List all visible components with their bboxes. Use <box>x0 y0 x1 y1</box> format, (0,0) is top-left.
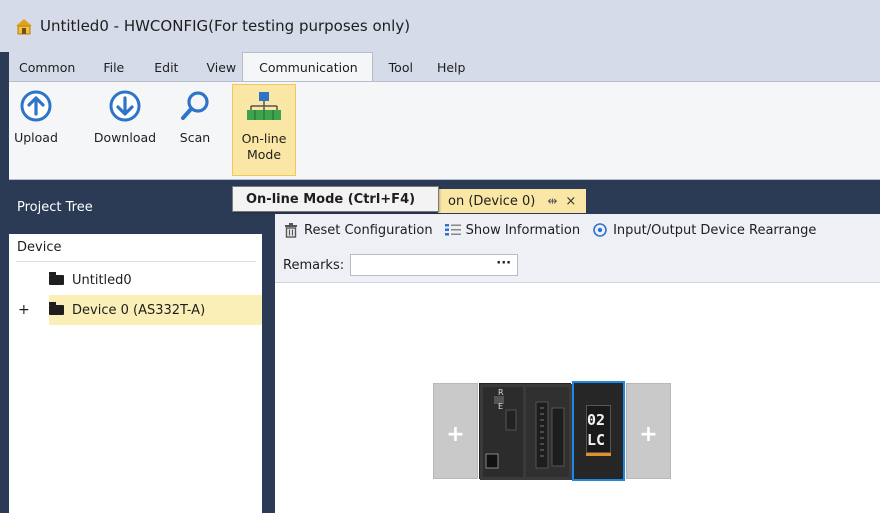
scan-button[interactable]: Scan <box>175 84 215 176</box>
document-area: on (Device 0) ⇹ × Reset Configuration Sh… <box>275 180 880 513</box>
io-module-stripe <box>586 453 611 456</box>
io-device-rearrange-button[interactable]: Input/Output Device Rearrange <box>592 222 816 238</box>
reset-configuration-label: Reset Configuration <box>304 222 433 238</box>
project-tree-panel: Project Tree Device Untitled0 + Device 0… <box>9 180 262 513</box>
app-icon <box>16 19 32 35</box>
device-section-label: Device <box>16 234 256 262</box>
document-tab-label: on (Device 0) <box>448 193 536 209</box>
download-icon <box>107 88 143 124</box>
tab-help[interactable]: Help <box>425 52 478 82</box>
window-title: Untitled0 - HWCONFIG(For testing purpose… <box>40 17 411 35</box>
cpu-label-e: E <box>498 402 504 411</box>
online-mode-label-line1: On-line <box>241 131 287 146</box>
ribbon-body: Upload Download Scan On-line Mode <box>9 81 880 180</box>
hardware-canvas[interactable]: + R E 02 LC + <box>275 282 880 513</box>
io-module-label-lc: LC <box>587 431 606 449</box>
pin-icon[interactable]: ⇹ <box>547 194 557 208</box>
list-icon <box>444 222 461 238</box>
online-mode-label-line2: Mode <box>246 147 282 162</box>
add-slot-icon: + <box>446 422 465 447</box>
cpu-module[interactable]: R E <box>479 383 572 480</box>
cpu-module-graphic <box>480 384 572 480</box>
tree-expander[interactable]: + <box>18 302 30 318</box>
empty-slot-right[interactable]: + <box>626 383 671 479</box>
online-mode-button[interactable]: On-line Mode <box>232 84 296 176</box>
download-button[interactable]: Download <box>87 84 163 176</box>
tab-view[interactable]: View <box>194 52 242 82</box>
folder-icon <box>49 302 64 315</box>
network-icon <box>246 89 282 125</box>
document-tab[interactable]: on (Device 0) ⇹ × <box>438 189 587 213</box>
tab-tool[interactable]: Tool <box>373 52 425 82</box>
close-icon[interactable]: × <box>565 194 576 209</box>
rearrange-icon <box>592 222 608 238</box>
tab-edit[interactable]: Edit <box>142 52 194 82</box>
tree-item-device0[interactable]: + Device 0 (AS332T-A) <box>18 295 262 325</box>
remarks-browse-button[interactable]: ··· <box>496 256 511 271</box>
scan-label: Scan <box>179 130 211 145</box>
show-information-label: Show Information <box>465 222 581 238</box>
config-toolbar: Reset Configuration Show Information Inp… <box>275 214 880 282</box>
remarks-row: Remarks: ··· <box>283 254 519 276</box>
online-mode-tooltip: On-line Mode (Ctrl+F4) <box>232 186 439 212</box>
upload-label: Upload <box>14 130 58 145</box>
tree-item-label: Device 0 (AS332T-A) <box>72 302 206 318</box>
magnifier-icon <box>177 88 213 124</box>
ribbon-tabs: Common File Edit View Communication Tool… <box>9 52 880 82</box>
project-tree-title: Project Tree <box>17 199 93 215</box>
tab-common[interactable]: Common <box>9 52 91 82</box>
empty-slot-left[interactable]: + <box>433 383 478 479</box>
remarks-label: Remarks: <box>283 257 345 273</box>
reset-configuration-button[interactable]: Reset Configuration <box>283 222 433 238</box>
upload-icon <box>18 88 54 124</box>
tab-communication[interactable]: Communication <box>242 52 373 82</box>
panel-splitter[interactable] <box>262 180 275 513</box>
folder-icon <box>49 272 64 285</box>
download-label: Download <box>93 130 157 145</box>
project-tree-content: Device Untitled0 + Device 0 (AS332T-A) <box>9 234 262 513</box>
io-module-label-02: 02 <box>587 411 606 429</box>
tab-file[interactable]: File <box>91 52 142 82</box>
remarks-field[interactable]: ··· <box>350 254 519 276</box>
tree-item-untitled0[interactable]: Untitled0 <box>49 265 249 295</box>
cpu-label-r: R <box>498 388 504 397</box>
upload-button[interactable]: Upload <box>13 84 59 176</box>
add-slot-icon: + <box>639 422 658 447</box>
io-module-02lc[interactable]: 02 LC <box>572 381 625 481</box>
io-device-rearrange-label: Input/Output Device Rearrange <box>613 222 817 238</box>
trash-icon <box>283 222 299 238</box>
show-information-button[interactable]: Show Information <box>444 222 581 238</box>
tree-item-label: Untitled0 <box>72 272 132 288</box>
toolbar-row: Reset Configuration Show Information Inp… <box>283 218 828 242</box>
title-bar: Untitled0 - HWCONFIG(For testing purpose… <box>0 0 880 52</box>
